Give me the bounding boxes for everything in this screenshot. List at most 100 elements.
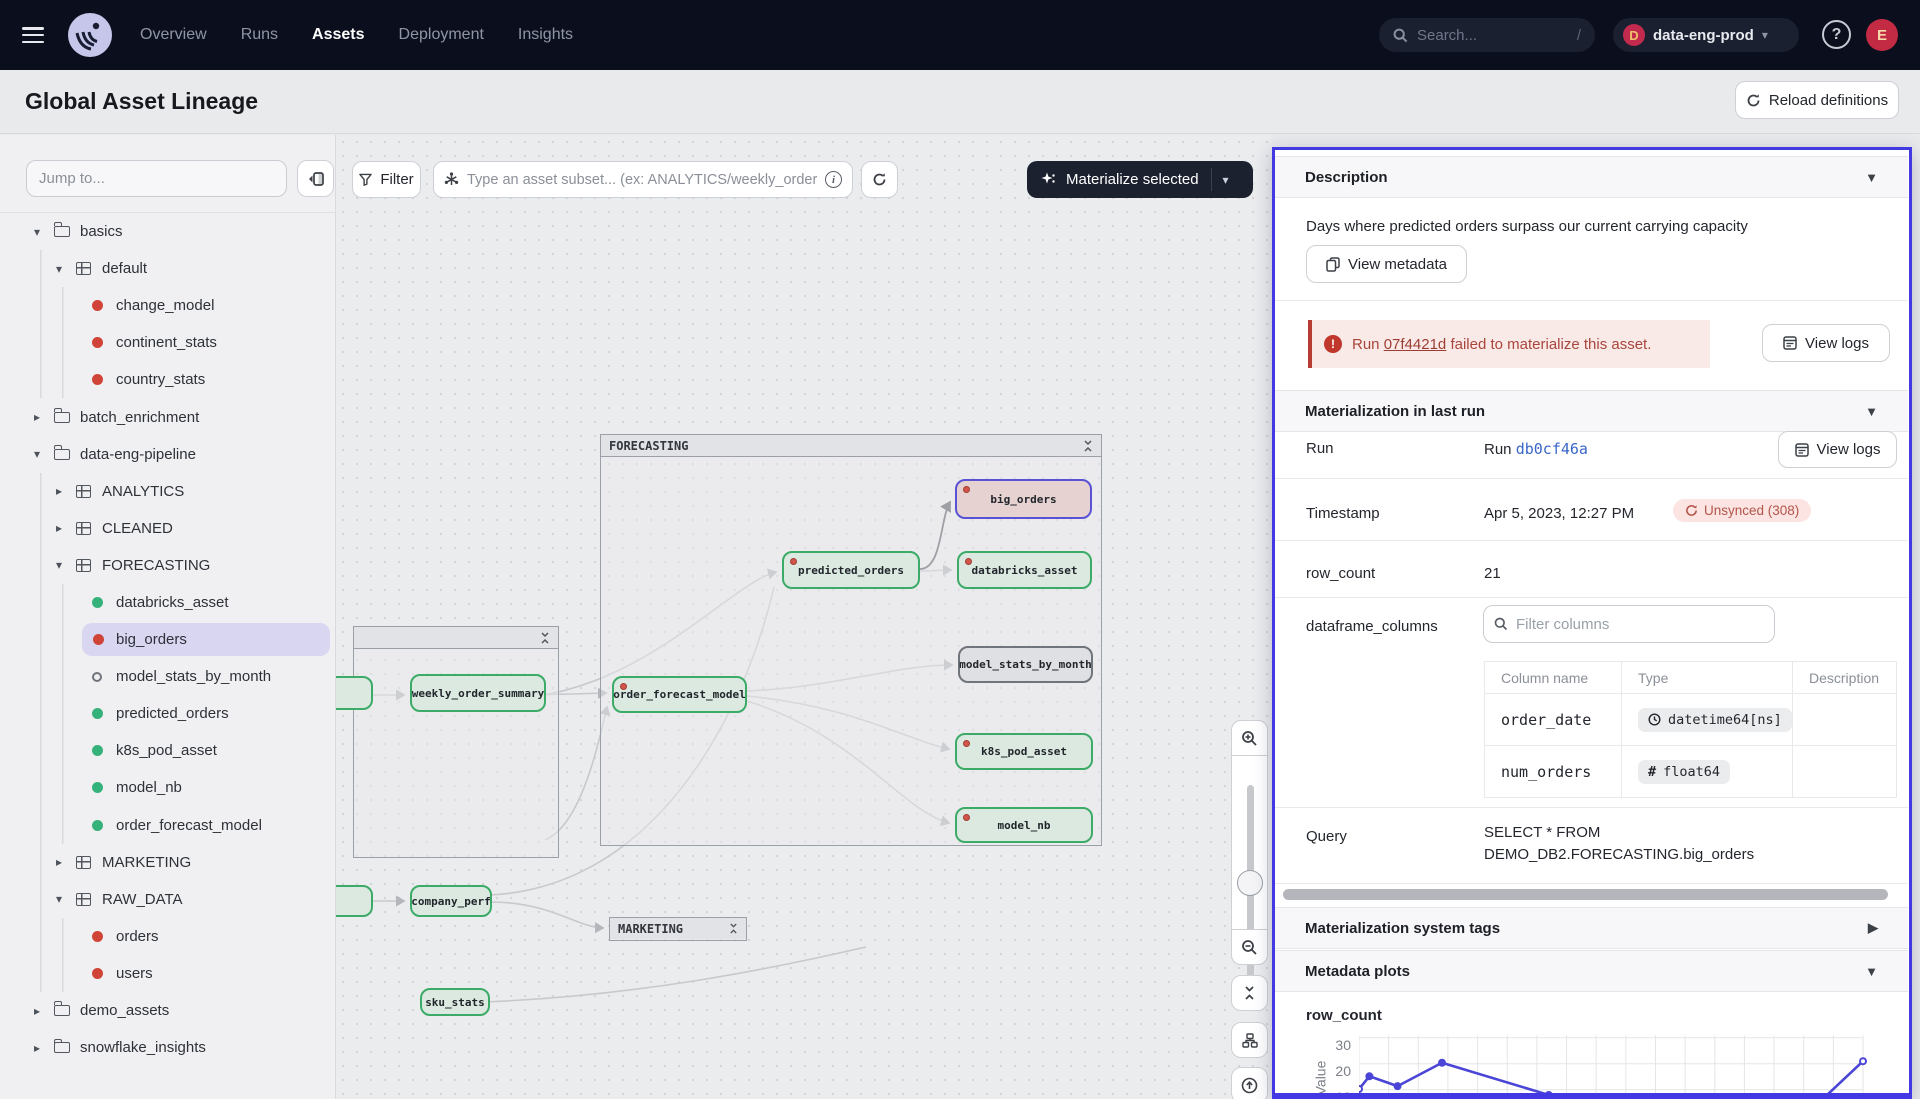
zoom-out-button[interactable] — [1231, 929, 1268, 965]
info-icon[interactable]: i — [825, 171, 842, 188]
section-header-materialization[interactable]: Materialization in last run▼ — [1275, 390, 1908, 432]
table-row: num_orders # float64 — [1485, 746, 1896, 797]
search-input[interactable]: Search... / — [1379, 18, 1595, 52]
collapse-all-icon — [1243, 986, 1256, 1000]
chevron-right-icon: ▶ — [1868, 920, 1878, 936]
lineage-graph-canvas[interactable]: FORECASTING MARKETING weekly_order_summa… — [336, 135, 1272, 1099]
asset-node-predicted-orders[interactable]: predicted_orders — [782, 551, 920, 589]
asset-node-model-stats-by-month[interactable]: model_stats_by_month — [958, 646, 1093, 683]
tree-asset-orders[interactable]: orders — [0, 918, 336, 955]
top-nav: Overview Runs Assets Deployment Insights… — [0, 0, 1920, 70]
tree-asset-predicted-orders[interactable]: predicted_orders — [0, 695, 336, 732]
nav-items: Overview Runs Assets Deployment Insights — [140, 26, 573, 44]
tree-asset-model-nb[interactable]: model_nb — [0, 769, 336, 806]
tree-asset-continent-stats[interactable]: continent_stats — [0, 324, 336, 361]
tree-folder-batch-enrichment[interactable]: ▸batch_enrichment — [0, 398, 336, 435]
tree-repo-marketing[interactable]: ▸MARKETING — [0, 844, 336, 881]
asset-node-k8s-pod-asset[interactable]: k8s_pod_asset — [955, 733, 1093, 770]
tree-asset-country-stats[interactable]: country_stats — [0, 361, 336, 398]
view-logs-button-run[interactable]: View logs — [1778, 431, 1897, 468]
materialized-status-dot — [92, 597, 103, 608]
caret-right-icon: ▸ — [52, 855, 66, 869]
nav-insights[interactable]: Insights — [518, 26, 573, 44]
materialize-selected-button[interactable]: Materialize selected ▾ — [1027, 161, 1253, 198]
filter-columns-input[interactable] — [1483, 605, 1775, 643]
tree-repo-forecasting[interactable]: ▾FORECASTING — [0, 547, 336, 584]
logs-icon — [1795, 443, 1809, 457]
folder-icon — [54, 226, 70, 237]
materialize-options-caret[interactable]: ▾ — [1212, 173, 1240, 187]
tree-folder-demo-assets[interactable]: ▸demo_assets — [0, 992, 336, 1029]
asset-node-model-nb[interactable]: model_nb — [955, 807, 1093, 843]
unsynced-badge[interactable]: Unsynced (308) — [1673, 499, 1811, 522]
tree-repo-raw-data[interactable]: ▾RAW_DATA — [0, 881, 336, 918]
horizontal-scrollbar[interactable] — [1283, 889, 1888, 900]
collapse-sidebar-button[interactable] — [297, 160, 334, 197]
kv-value-timestamp: Apr 5, 2023, 12:27 PM — [1484, 505, 1634, 522]
dagster-logo[interactable] — [68, 13, 112, 57]
copy-icon — [1326, 257, 1340, 272]
nav-assets[interactable]: Assets — [312, 26, 364, 44]
asset-node-databricks-asset[interactable]: databricks_asset — [957, 551, 1092, 589]
asset-node-company-perf[interactable]: company_perf — [410, 885, 492, 917]
tree-repo-default[interactable]: ▾default — [0, 250, 336, 287]
table-header-row: Column name Type Description — [1485, 662, 1896, 694]
collapse-group-icon[interactable] — [729, 923, 738, 934]
nav-runs[interactable]: Runs — [241, 26, 278, 44]
tree-asset-databricks-asset[interactable]: databricks_asset — [0, 584, 336, 621]
zoom-slider-handle[interactable] — [1237, 870, 1263, 896]
collapse-all-groups-button[interactable] — [1231, 975, 1268, 1011]
failed-status-dot — [92, 931, 103, 942]
never-materialized-dot — [92, 672, 102, 682]
filter-button[interactable]: Filter — [352, 161, 421, 198]
group-label: FORECASTING — [609, 439, 688, 453]
tree-asset-change-model[interactable]: change_model — [0, 287, 336, 324]
deployment-switcher[interactable]: D data-eng-prod ▾ — [1613, 18, 1799, 52]
jump-to-input[interactable] — [26, 160, 287, 197]
nav-deployment[interactable]: Deployment — [399, 26, 484, 44]
tree-asset-k8s-pod-asset[interactable]: k8s_pod_asset — [0, 732, 336, 769]
view-metadata-button[interactable]: View metadata — [1306, 245, 1467, 283]
section-header-metadata-plots[interactable]: Metadata plots▼ — [1275, 950, 1908, 992]
asset-node-weekly-order-summary[interactable]: weekly_order_summary — [410, 674, 546, 712]
chevron-down-icon: ▼ — [1865, 964, 1878, 979]
tree-asset-order-forecast-model[interactable]: order_forecast_model — [0, 807, 336, 844]
asset-subset-input[interactable]: i — [433, 161, 853, 198]
reload-definitions-button[interactable]: Reload definitions — [1735, 81, 1899, 119]
zoom-in-icon — [1241, 730, 1258, 747]
failed-run-link[interactable]: 07f4421d — [1384, 336, 1447, 353]
run-id-link[interactable]: db0cf46a — [1516, 440, 1588, 458]
hamburger-menu-icon[interactable] — [22, 27, 44, 43]
refresh-graph-button[interactable] — [861, 161, 898, 198]
tree-folder-basics[interactable]: ▾basics — [0, 213, 336, 250]
panel-border-bottom — [1272, 1093, 1912, 1099]
section-header-description[interactable]: Description▼ — [1275, 156, 1908, 198]
zoom-in-button[interactable] — [1231, 720, 1268, 756]
tree-folder-data-eng-pipeline[interactable]: ▾data-eng-pipeline — [0, 436, 336, 473]
asset-node-big-orders-selected[interactable]: big_orders — [955, 479, 1092, 519]
tree-folder-snowflake-insights[interactable]: ▸snowflake_insights — [0, 1029, 336, 1066]
group-box-left[interactable] — [353, 626, 559, 858]
tree-repo-cleaned[interactable]: ▸CLEANED — [0, 510, 336, 547]
asset-node-partial-left-2[interactable] — [336, 885, 373, 917]
tree-asset-users[interactable]: users — [0, 955, 336, 992]
nav-overview[interactable]: Overview — [140, 26, 207, 44]
tree-asset-big-orders-selected[interactable]: big_orders — [0, 621, 336, 658]
failed-dot — [963, 740, 970, 747]
collapse-group-icon[interactable] — [540, 632, 550, 644]
asset-node-partial-left-1[interactable] — [336, 676, 373, 710]
user-avatar[interactable]: E — [1866, 19, 1898, 51]
recenter-view-button[interactable] — [1231, 1067, 1268, 1099]
asset-node-sku-stats[interactable]: sku_stats — [420, 988, 490, 1016]
sparkle-icon — [1041, 172, 1056, 187]
asset-node-order-forecast-model[interactable]: order_forecast_model — [612, 676, 747, 713]
collapse-group-icon[interactable] — [1083, 440, 1093, 452]
tree-repo-analytics[interactable]: ▸ANALYTICS — [0, 473, 336, 510]
help-icon[interactable]: ? — [1822, 20, 1851, 49]
section-header-system-tags[interactable]: Materialization system tags▶ — [1275, 907, 1908, 949]
failed-status-dot — [92, 337, 103, 348]
view-logs-button-failed[interactable]: View logs — [1762, 324, 1890, 362]
relayout-graph-button[interactable] — [1231, 1022, 1268, 1058]
group-box-marketing[interactable]: MARKETING — [609, 917, 747, 941]
tree-asset-model-stats-by-month[interactable]: model_stats_by_month — [0, 658, 336, 695]
